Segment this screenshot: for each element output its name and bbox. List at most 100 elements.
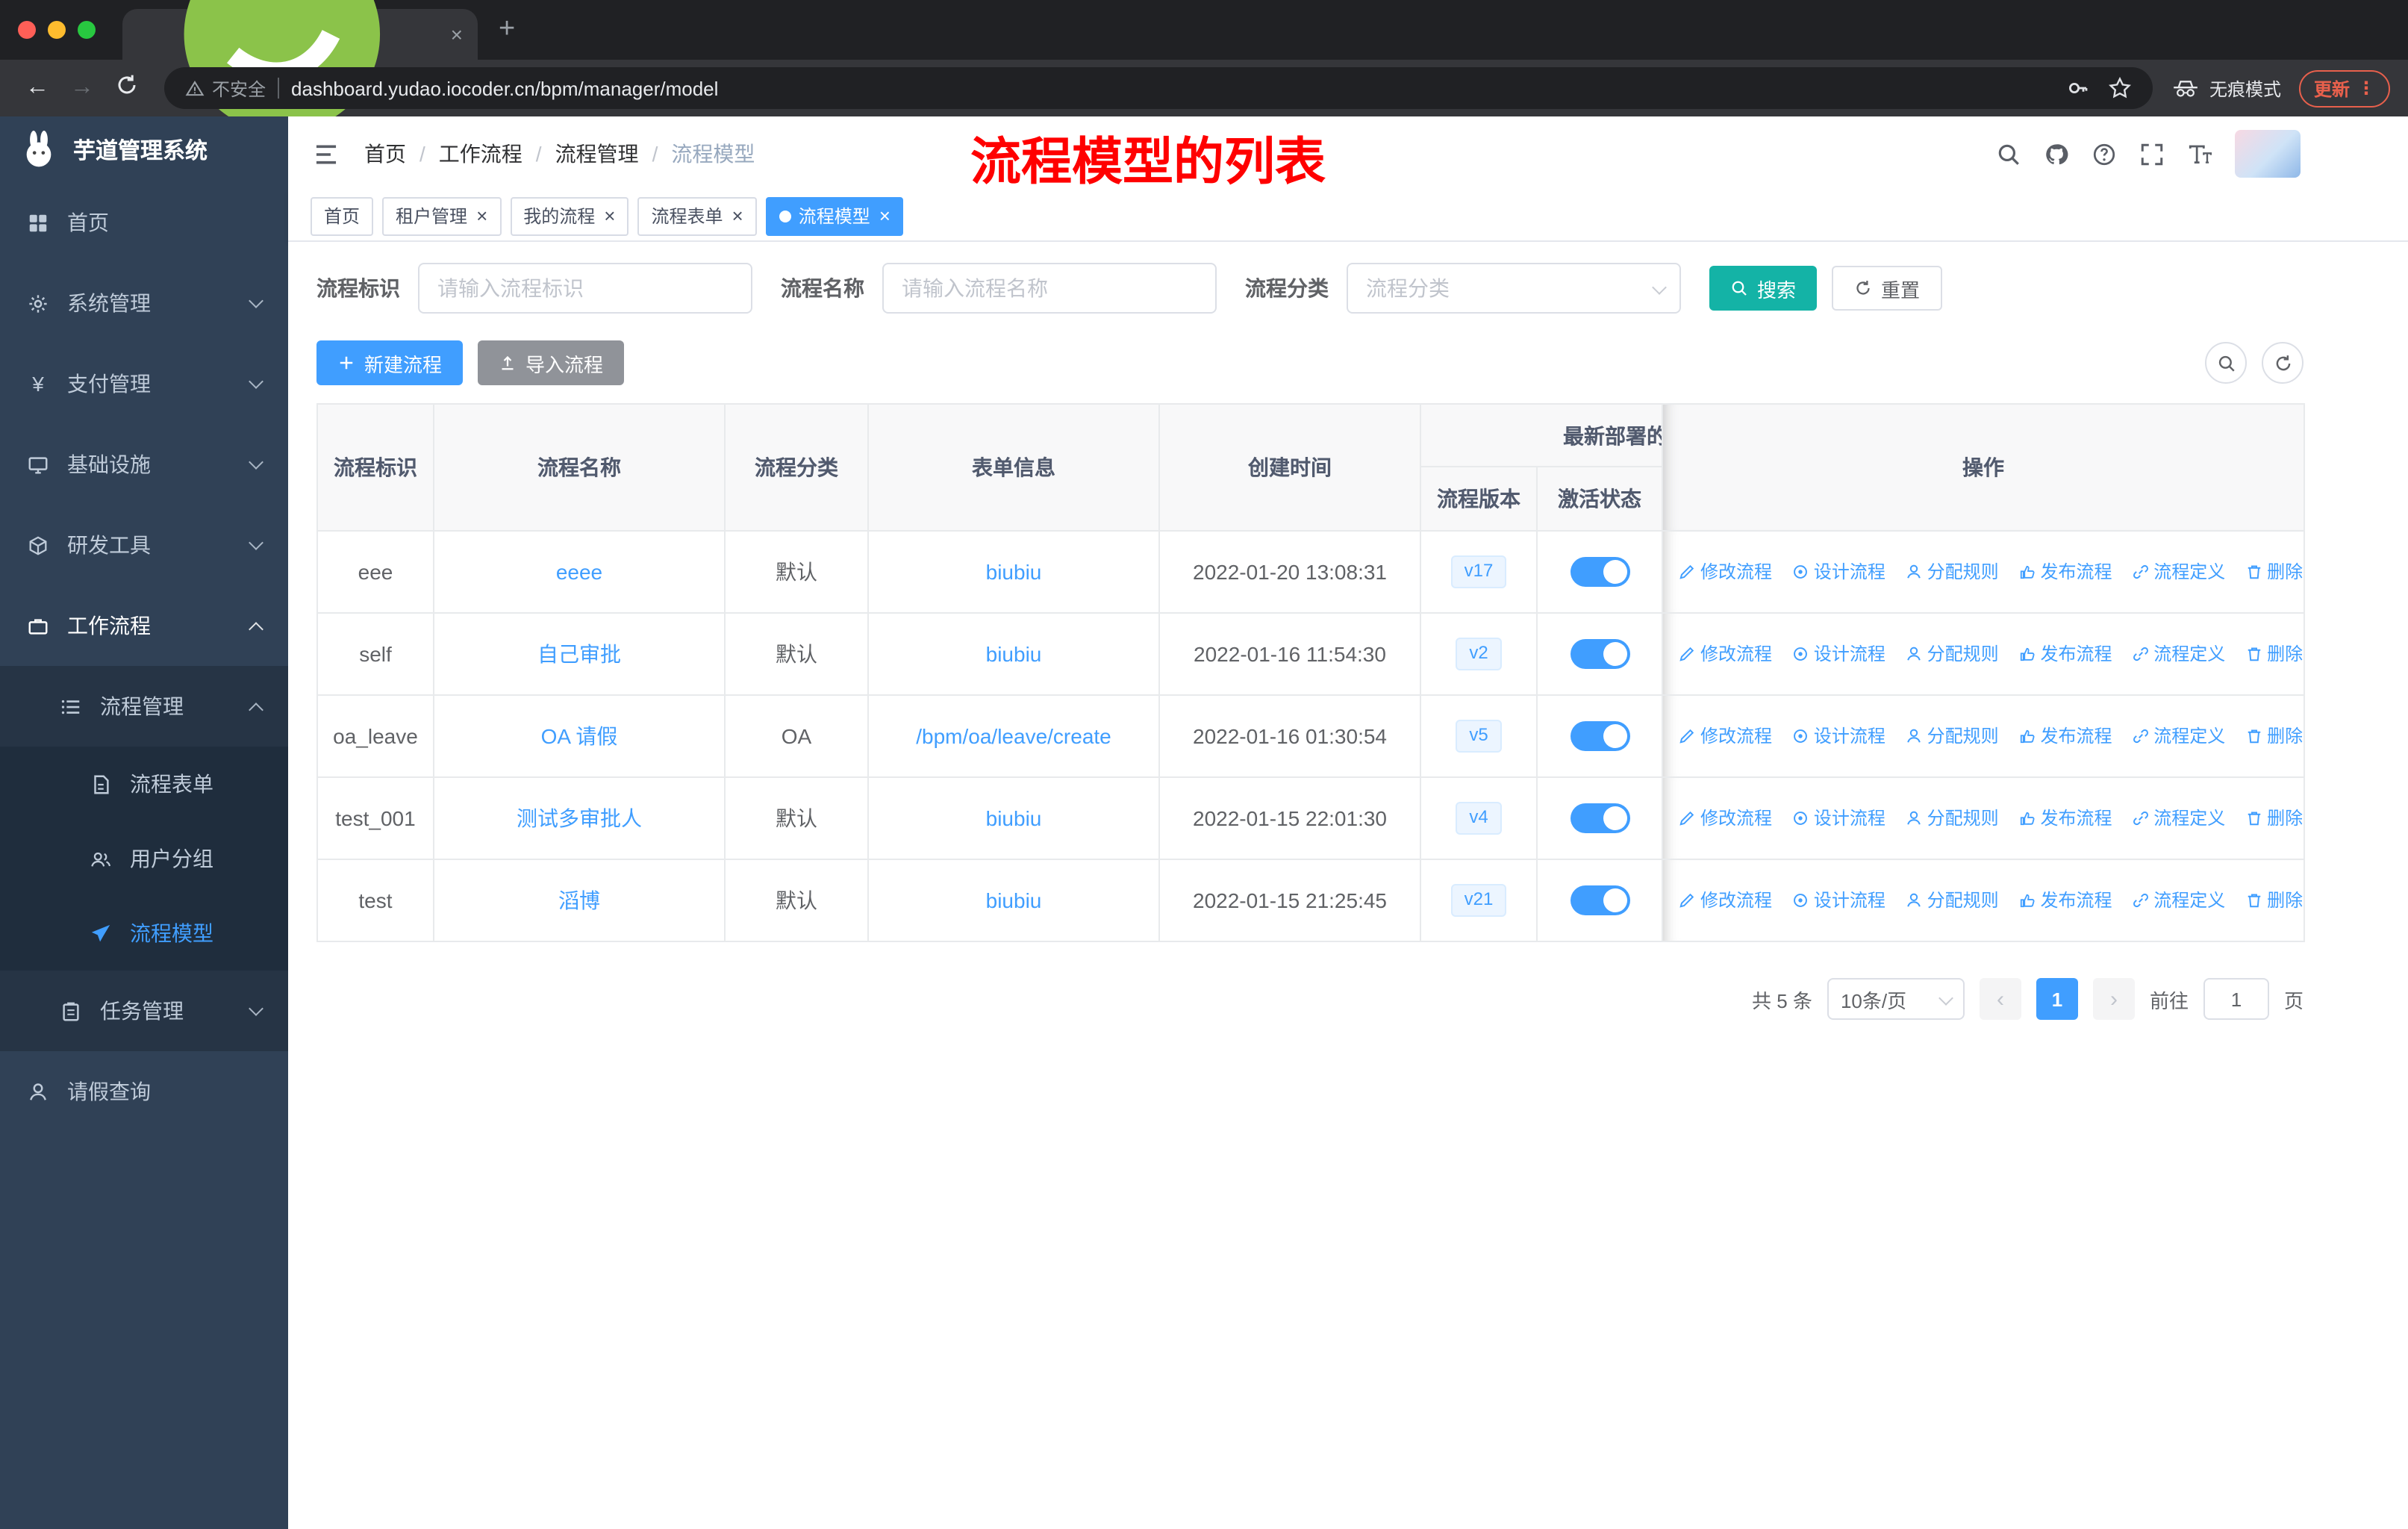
design-link[interactable]: 设计流程 — [1791, 888, 1885, 913]
forward-button[interactable]: → — [63, 75, 102, 102]
active-toggle[interactable] — [1570, 885, 1629, 915]
modify-link[interactable]: 修改流程 — [1678, 641, 1772, 667]
sidebar-item-devtools[interactable]: 研发工具 — [0, 505, 288, 585]
search-button[interactable]: 搜索 — [1709, 266, 1818, 311]
process-name-link[interactable]: 滔博 — [558, 888, 600, 912]
sidebar-item-home[interactable]: 首页 — [0, 182, 288, 263]
tag-process-form[interactable]: 流程表单 × — [637, 196, 757, 235]
definition-link[interactable]: 流程定义 — [2131, 888, 2225, 913]
sidebar-toggle-icon[interactable] — [312, 140, 340, 168]
close-icon[interactable]: × — [604, 206, 615, 225]
assign-rule-link[interactable]: 分配规则 — [1905, 888, 1999, 913]
address-bar[interactable]: 不安全 dashboard.yudao.iocoder.cn/bpm/manag… — [164, 67, 2153, 109]
tag-tenant-management[interactable]: 租户管理 × — [382, 196, 502, 235]
sidebar-item-process-model[interactable]: 流程模型 — [0, 896, 288, 971]
back-button[interactable]: ← — [18, 75, 57, 102]
modify-link[interactable]: 修改流程 — [1678, 723, 1772, 749]
search-icon[interactable] — [1996, 141, 2021, 166]
close-tab-icon[interactable]: × — [451, 22, 463, 46]
zoom-window-button[interactable] — [78, 21, 96, 39]
avatar[interactable] — [2235, 130, 2301, 178]
publish-link[interactable]: 发布流程 — [2018, 723, 2112, 749]
current-page-button[interactable]: 1 — [2036, 978, 2078, 1020]
breadcrumb-process-management[interactable]: 流程管理 — [555, 139, 639, 169]
tag-my-process[interactable]: 我的流程 × — [510, 196, 629, 235]
minimize-window-button[interactable] — [48, 21, 66, 39]
active-toggle[interactable] — [1570, 803, 1629, 833]
close-icon[interactable]: × — [732, 206, 743, 225]
next-page-button[interactable]: › — [2092, 978, 2135, 1020]
active-toggle[interactable] — [1570, 639, 1629, 669]
assign-rule-link[interactable]: 分配规则 — [1905, 723, 1999, 749]
publish-link[interactable]: 发布流程 — [2018, 888, 2112, 913]
browser-tab[interactable]: 芋道管理系统 × — [122, 9, 478, 60]
delete-link[interactable]: 删除 — [2245, 806, 2303, 831]
assign-rule-link[interactable]: 分配规则 — [1905, 559, 1999, 585]
breadcrumb-home[interactable]: 首页 — [364, 139, 406, 169]
design-link[interactable]: 设计流程 — [1791, 806, 1885, 831]
definition-link[interactable]: 流程定义 — [2131, 559, 2225, 585]
import-process-button[interactable]: 导入流程 — [478, 340, 625, 385]
sidebar-item-payment[interactable]: ¥ 支付管理 — [0, 343, 288, 424]
definition-link[interactable]: 流程定义 — [2131, 641, 2225, 667]
definition-link[interactable]: 流程定义 — [2131, 806, 2225, 831]
active-toggle[interactable] — [1570, 557, 1629, 587]
goto-page-input[interactable] — [2203, 978, 2269, 1020]
modify-link[interactable]: 修改流程 — [1678, 888, 1772, 913]
active-toggle[interactable] — [1570, 721, 1629, 751]
modify-link[interactable]: 修改流程 — [1678, 559, 1772, 585]
sidebar-item-workflow[interactable]: 工作流程 — [0, 585, 288, 666]
page-size-select[interactable]: 10条/页 — [1827, 978, 1965, 1020]
reload-button[interactable] — [107, 72, 146, 104]
process-name-input[interactable] — [882, 263, 1217, 314]
bookmark-star-icon[interactable] — [2108, 76, 2132, 100]
process-name-link[interactable]: 测试多审批人 — [517, 806, 642, 830]
sidebar-item-process-management[interactable]: 流程管理 — [0, 666, 288, 747]
chrome-update-button[interactable]: 更新 ⋮ — [2298, 69, 2390, 107]
form-info-link[interactable]: biubiu — [986, 888, 1042, 912]
refresh-table-button[interactable] — [2262, 342, 2303, 384]
close-icon[interactable]: × — [879, 206, 890, 225]
new-tab-button[interactable]: + — [499, 13, 515, 46]
sidebar-item-infrastructure[interactable]: 基础设施 — [0, 424, 288, 505]
password-key-icon[interactable] — [2066, 76, 2090, 100]
design-link[interactable]: 设计流程 — [1791, 559, 1885, 585]
security-chip[interactable]: 不安全 — [185, 75, 266, 101]
close-icon[interactable]: × — [476, 206, 487, 225]
reset-button[interactable]: 重置 — [1832, 266, 1943, 311]
design-link[interactable]: 设计流程 — [1791, 641, 1885, 667]
sidebar-item-task-management[interactable]: 任务管理 — [0, 971, 288, 1051]
modify-link[interactable]: 修改流程 — [1678, 806, 1772, 831]
tag-home[interactable]: 首页 — [311, 196, 374, 235]
assign-rule-link[interactable]: 分配规则 — [1905, 641, 1999, 667]
process-name-link[interactable]: eeee — [556, 560, 602, 584]
tag-process-model[interactable]: 流程模型 × — [765, 196, 904, 235]
process-name-link[interactable]: 自己审批 — [537, 642, 621, 666]
definition-link[interactable]: 流程定义 — [2131, 723, 2225, 749]
form-info-link[interactable]: /bpm/oa/leave/create — [916, 724, 1111, 748]
breadcrumb-workflow[interactable]: 工作流程 — [439, 139, 523, 169]
help-icon[interactable] — [2092, 141, 2117, 166]
publish-link[interactable]: 发布流程 — [2018, 641, 2112, 667]
font-size-icon[interactable] — [2187, 141, 2212, 166]
toggle-search-button[interactable] — [2205, 342, 2247, 384]
form-info-link[interactable]: biubiu — [986, 642, 1042, 666]
process-name-link[interactable]: OA 请假 — [541, 724, 618, 748]
close-window-button[interactable] — [18, 21, 36, 39]
delete-link[interactable]: 删除 — [2245, 888, 2303, 913]
delete-link[interactable]: 删除 — [2245, 641, 2303, 667]
fullscreen-icon[interactable] — [2139, 141, 2165, 166]
delete-link[interactable]: 删除 — [2245, 559, 2303, 585]
sidebar-item-user-group[interactable]: 用户分组 — [0, 821, 288, 896]
process-id-input[interactable] — [418, 263, 752, 314]
sidebar-item-system[interactable]: 系统管理 — [0, 263, 288, 343]
publish-link[interactable]: 发布流程 — [2018, 806, 2112, 831]
github-icon[interactable] — [2044, 141, 2069, 166]
form-info-link[interactable]: biubiu — [986, 806, 1042, 830]
form-info-link[interactable]: biubiu — [986, 560, 1042, 584]
browser-menu-icon[interactable]: ⋮ — [2357, 78, 2375, 99]
delete-link[interactable]: 删除 — [2245, 723, 2303, 749]
create-process-button[interactable]: 新建流程 — [316, 340, 464, 385]
prev-page-button[interactable]: ‹ — [1979, 978, 2021, 1020]
sidebar-item-process-form[interactable]: 流程表单 — [0, 747, 288, 821]
